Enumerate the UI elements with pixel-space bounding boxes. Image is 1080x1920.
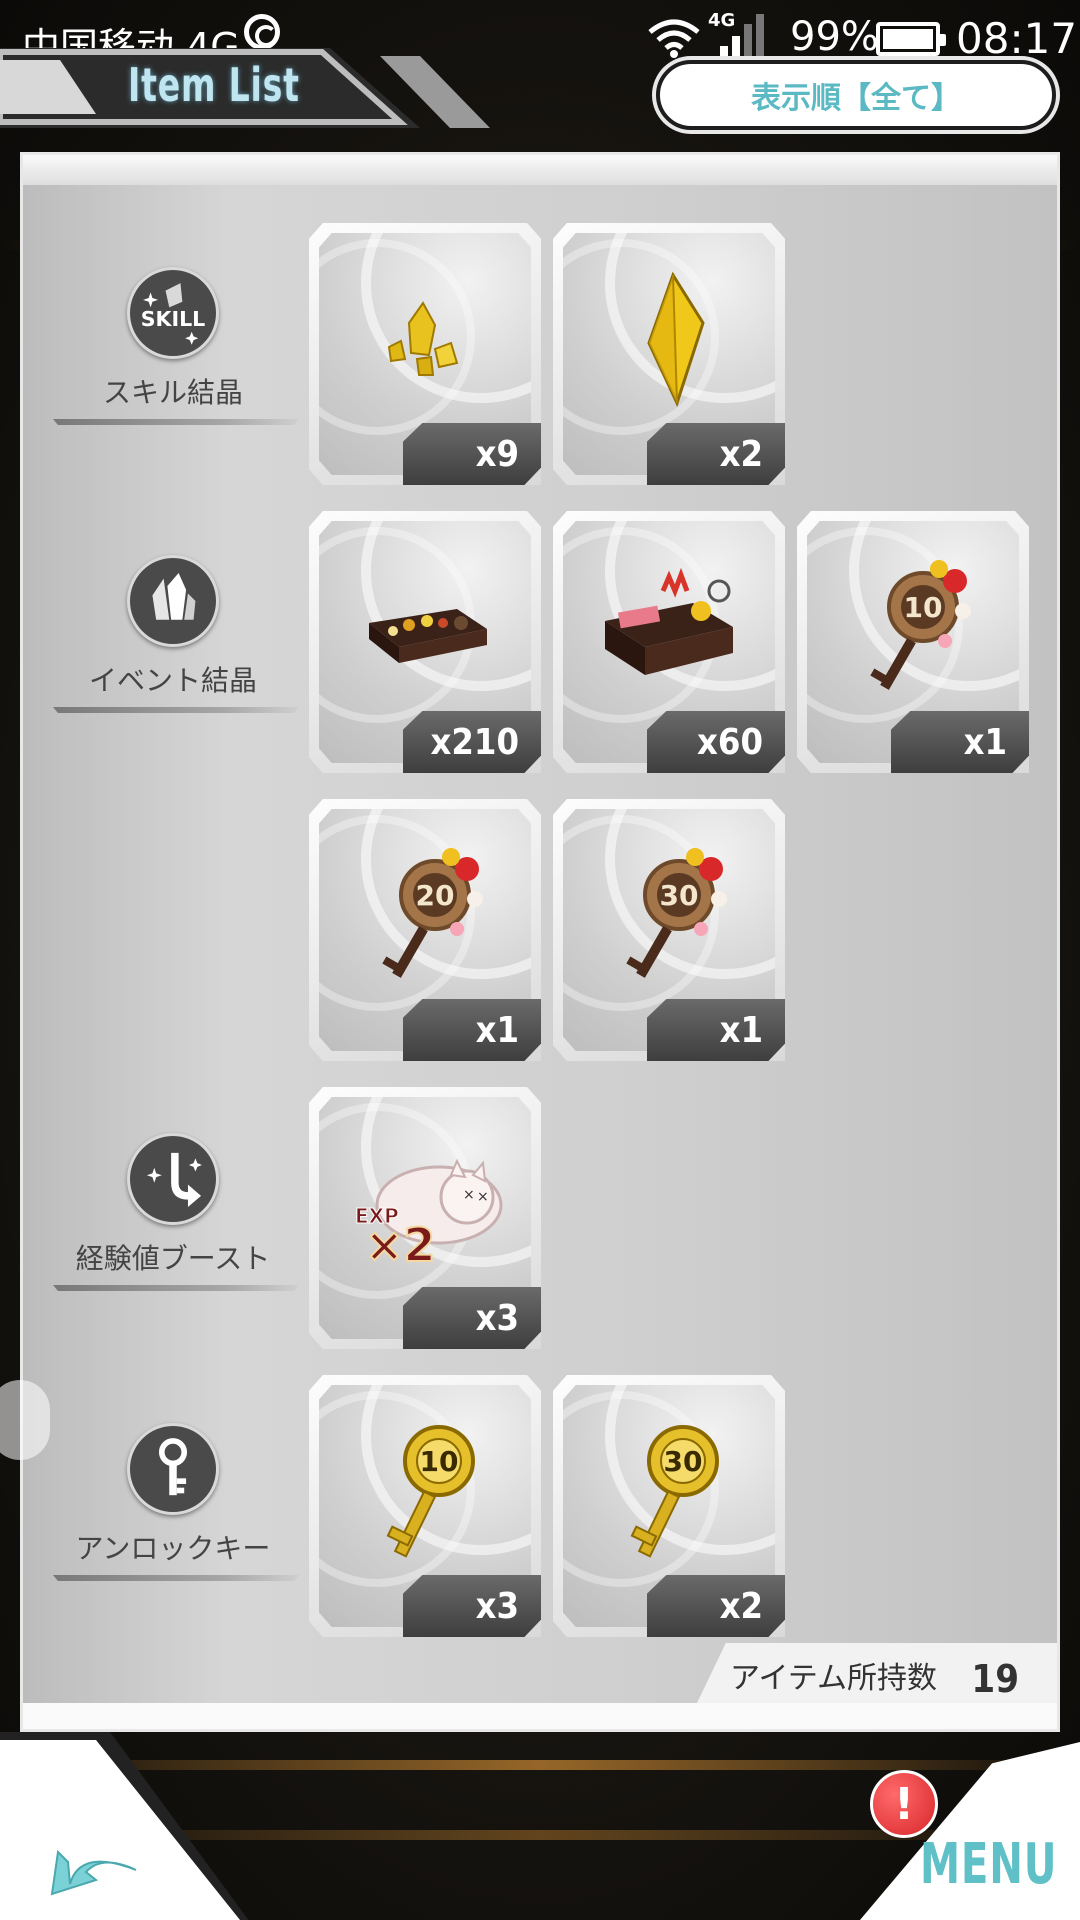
category-event-crystal: イベント結晶 [23,555,299,735]
key-number: 30 [660,879,699,912]
item-quantity: x3 [403,1287,541,1349]
key-number: 30 [664,1445,703,1478]
panel-top-bar [23,155,1057,185]
crystal-icon [127,555,219,647]
flower-key-icon: 30 [626,848,727,978]
osechi-box-icon [369,609,487,663]
flower-key-icon: 10 [870,560,971,690]
item-quantity: x210 [403,711,541,773]
gold-crystal-shards-icon [387,301,459,376]
svg-text:×: × [477,1189,489,1205]
item-count-value: 19 [971,1657,1019,1701]
exp-multiplier: ×2 [365,1218,436,1272]
item-card[interactable]: 30 x1 [553,799,785,1061]
alert-badge: ! [870,1770,938,1838]
category-divider [53,1575,299,1581]
footer-strip [23,1703,1057,1729]
key-number: 10 [904,591,943,624]
item-quantity: x1 [647,999,785,1061]
exp-cat-boost-icon: × × EXP ×2 [355,1158,503,1273]
item-quantity: x60 [647,711,785,773]
clock: 08:17 [956,14,1078,63]
category-label: アンロックキー [75,1532,271,1565]
category-label: 経験値ブースト [75,1242,271,1275]
item-card[interactable]: 30 x2 [553,1375,785,1637]
background-streak [0,1760,1080,1770]
category-skill-crystal: SKILL スキル結晶 [23,267,299,447]
battery-icon [876,22,946,56]
item-list-panel: SKILL スキル結晶 イベント結晶 経験値ブースト アンロックキー x9 x2… [20,152,1060,1732]
gold-key-icon: 30 [630,1425,719,1558]
item-card[interactable]: x210 [309,511,541,773]
battery-percent: 99% [790,14,879,60]
svg-text:SKILL: SKILL [141,307,206,331]
category-label: スキル結晶 [102,376,243,409]
item-card[interactable]: 10 x3 [309,1375,541,1637]
item-card[interactable]: x60 [553,511,785,773]
menu-button[interactable]: MENU [920,1832,1057,1902]
key-number: 10 [420,1445,459,1478]
item-quantity: x1 [891,711,1029,773]
item-card[interactable]: 10 x1 [797,511,1029,773]
floating-handle[interactable] [0,1380,50,1460]
category-unlock-key: アンロックキー [23,1423,299,1603]
signal-icon [720,14,764,58]
item-quantity: x2 [647,423,785,485]
item-card[interactable]: 20 x1 [309,799,541,1061]
back-arrow-icon[interactable] [40,1818,150,1898]
osechi-box-large-icon [605,567,733,675]
item-quantity: x3 [403,1575,541,1637]
item-quantity: x1 [403,999,541,1061]
category-exp-boost: 経験値ブースト [23,1133,299,1313]
boost-icon [127,1133,219,1225]
flower-key-icon: 20 [382,848,483,978]
item-card[interactable]: × × EXP ×2 x3 [309,1087,541,1349]
item-quantity: x2 [647,1575,785,1637]
panel-footer: アイテム所持数 19 [23,1643,1057,1729]
svg-text:×: × [463,1187,475,1203]
page-title: Item List [128,58,300,112]
key-icon [127,1423,219,1515]
item-card[interactable]: x9 [309,223,541,485]
key-number: 20 [416,879,455,912]
item-card[interactable]: x2 [553,223,785,485]
category-divider [53,1285,299,1291]
gold-crystal-gem-icon [647,271,705,408]
category-label: イベント結晶 [88,664,257,697]
item-count-label: アイテム所持数 [730,1661,937,1696]
category-divider [53,707,299,713]
gold-key-icon: 10 [386,1425,475,1558]
item-quantity: x9 [403,423,541,485]
skill-icon: SKILL [127,267,219,359]
category-divider [53,419,299,425]
sort-order-button[interactable]: 表示順【全て】 [656,60,1056,130]
wifi-icon [648,19,700,58]
